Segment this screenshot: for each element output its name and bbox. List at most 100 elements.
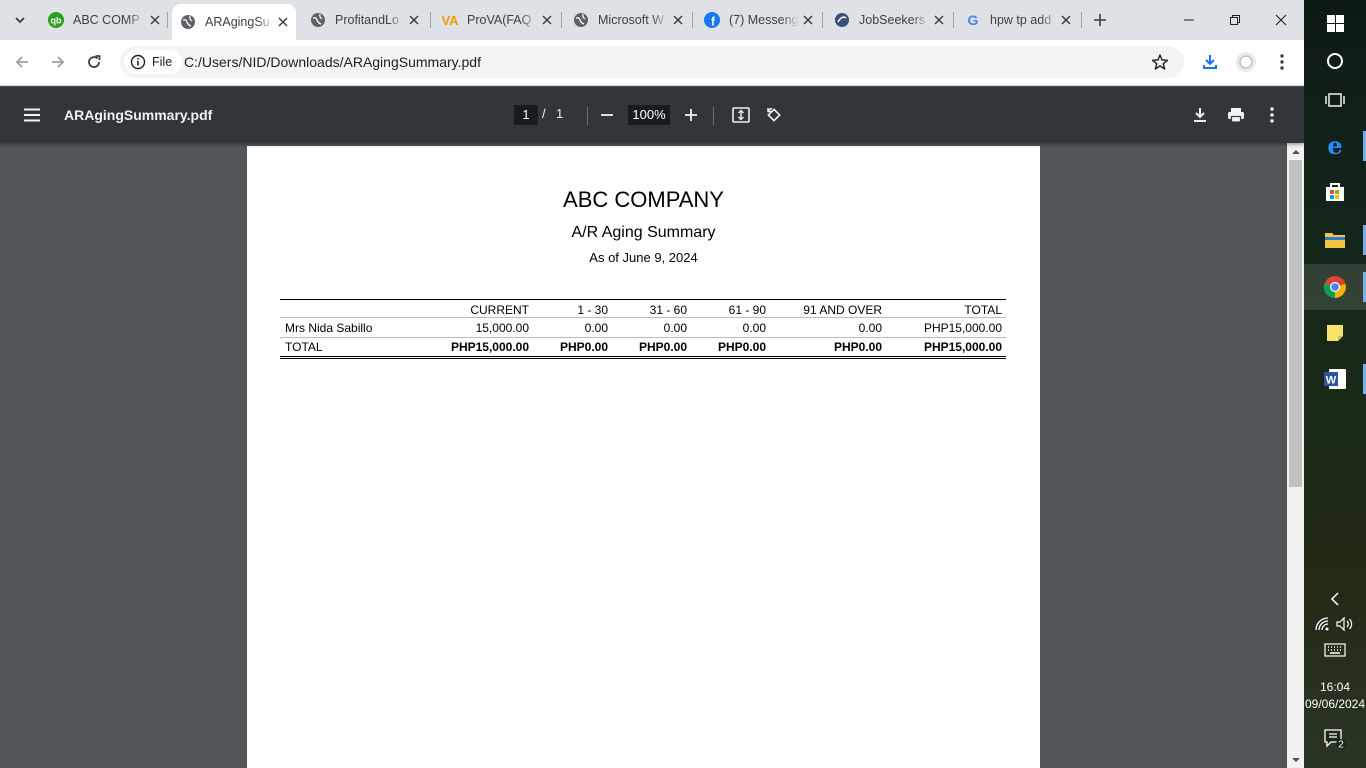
address-bar[interactable]: File C:/Users/NID/Downloads/ARAgingSumma…	[120, 46, 1184, 78]
restore-icon	[1230, 15, 1240, 25]
zoom-input[interactable]: 100%	[628, 105, 670, 125]
page-number-input[interactable]: 1	[514, 105, 538, 125]
chrome-menu-button[interactable]	[1268, 48, 1296, 76]
column-header-91-over: 91 AND OVER	[803, 303, 882, 317]
close-icon[interactable]	[538, 11, 556, 29]
close-icon[interactable]	[274, 13, 292, 31]
cell-61-90: 0.00	[742, 321, 766, 335]
scrollbar-thumb[interactable]	[1289, 160, 1302, 487]
taskbar-time[interactable]: 16:04	[1304, 680, 1366, 694]
zoom-in-button[interactable]	[677, 101, 705, 129]
print-button[interactable]	[1222, 101, 1250, 129]
taskbar-file-explorer[interactable]	[1304, 217, 1366, 263]
tab-title: ARAgingSu	[205, 15, 270, 29]
print-icon	[1228, 108, 1244, 123]
cell-91-over: 0.00	[858, 321, 882, 335]
fit-page-icon	[732, 107, 750, 123]
page-separator: /	[542, 106, 546, 121]
pdf-toolbar: ARAgingSummary.pdf 1 / 1 100%	[0, 87, 1304, 143]
scroll-down-arrow-icon[interactable]	[1287, 751, 1304, 768]
total-91-over: PHP0.00	[833, 340, 882, 354]
table-total-row: TOTAL PHP15,000.00 PHP0.00 PHP0.00 PHP0.…	[280, 337, 1006, 359]
scroll-up-arrow-icon[interactable]	[1287, 143, 1304, 160]
tab-search-button[interactable]	[7, 7, 33, 33]
close-icon[interactable]	[1057, 11, 1075, 29]
close-icon[interactable]	[930, 11, 948, 29]
touch-keyboard-button[interactable]	[1304, 630, 1366, 670]
column-header-current: CURRENT	[470, 303, 529, 317]
back-button[interactable]	[8, 48, 36, 76]
tab-abc-company[interactable]: qb ABC COMP	[40, 0, 168, 40]
url-text[interactable]: C:/Users/NID/Downloads/ARAgingSummary.pd…	[184, 54, 481, 70]
minus-icon	[601, 114, 613, 116]
total-current: PHP15,000.00	[450, 340, 529, 354]
globe-icon	[180, 14, 196, 30]
column-header-31-60: 31 - 60	[649, 303, 687, 317]
taskbar-sticky-notes[interactable]	[1304, 310, 1366, 356]
profile-button[interactable]	[1232, 48, 1260, 76]
site-info-chip[interactable]: File	[124, 50, 183, 74]
minimize-button[interactable]	[1166, 0, 1212, 40]
more-vertical-icon	[1280, 54, 1284, 70]
total-1-30: PHP0.00	[559, 340, 608, 354]
task-view-button[interactable]	[1304, 77, 1366, 123]
total-61-90: PHP0.00	[717, 340, 766, 354]
pdf-page: ABC COMPANY A/R Aging Summary As of June…	[247, 146, 1040, 768]
tab-messenger[interactable]: f (7) Messeng	[696, 0, 821, 40]
fit-to-page-button[interactable]	[727, 101, 755, 129]
google-icon: G	[965, 12, 981, 28]
new-tab-button[interactable]	[1087, 7, 1113, 33]
bookmark-star-icon[interactable]	[1150, 52, 1170, 72]
facebook-icon: f	[704, 12, 720, 28]
close-icon	[1275, 14, 1287, 26]
report-company-name: ABC COMPANY	[563, 187, 724, 212]
download-icon	[1203, 55, 1217, 69]
rotate-button[interactable]	[759, 101, 787, 129]
forward-button[interactable]	[44, 48, 72, 76]
download-icon	[1194, 108, 1206, 122]
tab-ar-aging-summary[interactable]: ARAgingSu	[172, 4, 296, 40]
svg-text:G: G	[968, 12, 979, 28]
pdf-viewport[interactable]: ABC COMPANY A/R Aging Summary As of June…	[0, 143, 1304, 768]
taskbar-date[interactable]: 09/06/2024	[1304, 697, 1366, 711]
chrome-icon	[1323, 276, 1346, 299]
arrow-right-icon	[52, 56, 65, 68]
tab-microsoft[interactable]: Microsoft W	[565, 0, 691, 40]
close-icon[interactable]	[669, 11, 687, 29]
site-info-label: File	[152, 55, 173, 69]
cell-current: 15,000.00	[475, 321, 529, 335]
globe-icon	[310, 12, 326, 28]
tab-google-search[interactable]: G hpw tp add	[957, 0, 1079, 40]
vertical-scrollbar[interactable]	[1287, 143, 1304, 768]
reload-button[interactable]	[80, 48, 108, 76]
pdf-download-button[interactable]	[1186, 101, 1214, 129]
zoom-out-button[interactable]	[593, 101, 621, 129]
taskbar-chrome[interactable]	[1304, 264, 1366, 310]
close-icon[interactable]	[799, 11, 817, 29]
aging-table: CURRENT 1 - 30 31 - 60 61 - 90 91 AND OV…	[280, 299, 1006, 359]
tab-profit-and-loss[interactable]: ProfitandLo	[302, 0, 427, 40]
plus-icon	[1094, 14, 1106, 26]
word-icon: W	[1324, 369, 1346, 389]
plus-icon	[685, 109, 697, 121]
taskbar-word[interactable]: W	[1304, 356, 1366, 402]
avatar-icon	[1236, 52, 1256, 72]
pdf-sidebar-button[interactable]	[18, 101, 46, 129]
close-icon[interactable]	[146, 11, 164, 29]
cell-31-60: 0.00	[663, 321, 687, 335]
close-window-button[interactable]	[1258, 0, 1304, 40]
tab-prova-faq[interactable]: VA ProVA(FAQ	[434, 0, 560, 40]
tab-title: JobSeekers	[859, 13, 926, 27]
tab-jobseekers[interactable]: JobSeekers	[826, 0, 952, 40]
taskbar-store[interactable]	[1304, 169, 1366, 215]
downloads-button[interactable]	[1196, 48, 1224, 76]
tab-title: ProfitandLo	[335, 13, 399, 27]
restore-button[interactable]	[1212, 0, 1258, 40]
taskbar-edge[interactable]: e	[1304, 123, 1366, 169]
action-center-button[interactable]: 2	[1304, 716, 1366, 762]
reload-icon	[88, 55, 101, 68]
close-icon[interactable]	[405, 11, 423, 29]
report-date: As of June 9, 2024	[589, 250, 698, 265]
info-icon	[130, 54, 146, 70]
pdf-more-button[interactable]	[1258, 101, 1286, 129]
